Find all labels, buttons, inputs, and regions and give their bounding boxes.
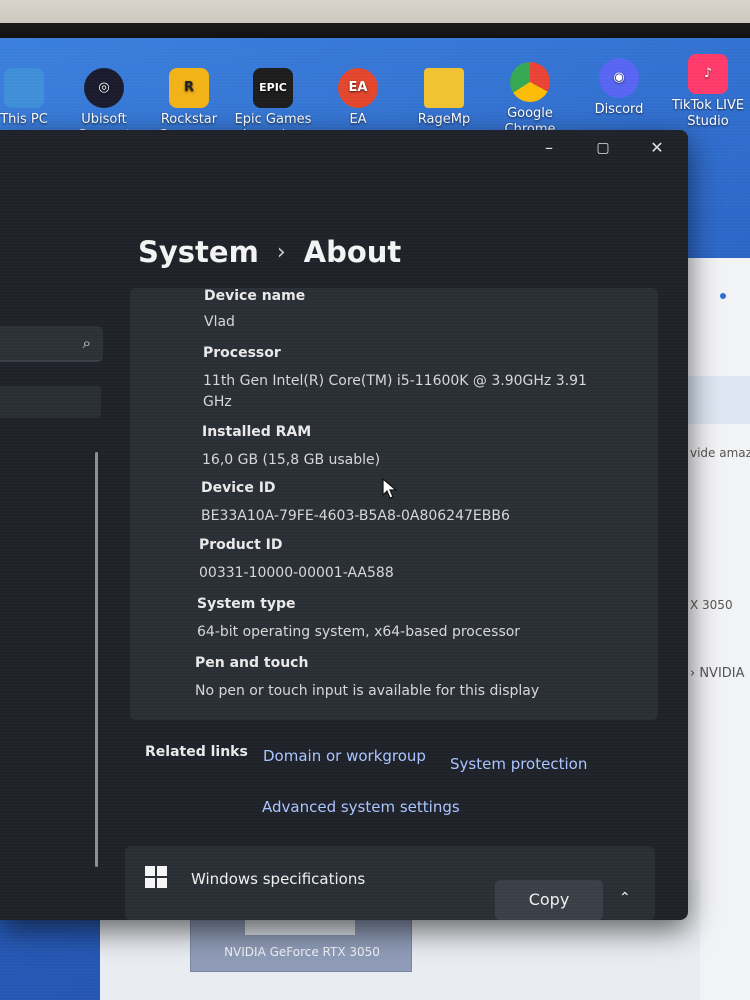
spec-processor: Processor 11th Gen Intel(R) Core(TM) i5-… [203,345,723,413]
desktop-icon-label: Discord [594,102,644,117]
desktop-icon-chrome[interactable]: Google Chrome [486,62,574,138]
desktop-icon-ragemp[interactable]: RageMp [400,68,488,128]
desktop-icon-this-pc[interactable]: This PC [0,68,68,128]
breadcrumb: System › About [138,235,401,269]
spec-pen-touch: Pen and touch No pen or touch input is a… [195,655,715,702]
spec-label: Pen and touch [195,655,309,671]
desktop-icon-ea[interactable]: EA EA [314,68,402,128]
spec-device-id: Device ID BE33A10A-79FE-4603-B5A8-0A8062… [201,480,721,527]
spec-value-continued: GHz [203,394,232,410]
spec-product-id: Product ID 00331-10000-00001-AA588 [199,537,719,584]
discord-icon: ◉ [599,58,639,98]
page-title: About [303,235,402,269]
desktop-icon-tiktok[interactable]: ♪ TikTok LIVE Studio [664,54,750,130]
domain-workgroup-link[interactable]: Domain or workgroup [263,747,426,765]
desktop-icon-label: EA [349,112,367,127]
device-specifications-card: Device name Vlad Processor 11th Gen Inte… [130,288,658,720]
windows-specifications-title: Windows specifications [191,870,366,888]
desktop-icon-label: RageMp [417,112,471,127]
gpu-card-label: NVIDIA GeForce RTX 3050 [224,945,380,959]
epic-games-icon: EPIC [253,68,293,108]
related-links-label: Related links [145,744,248,760]
windows-logo-icon [145,866,167,888]
spec-value: 64-bit operating system, x64-based proce… [197,624,521,640]
spec-value: No pen or touch input is available for t… [195,683,540,699]
spec-label: Product ID [199,537,283,553]
breadcrumb-separator: › [276,240,286,265]
spec-system-type: System type 64-bit operating system, x64… [197,596,717,643]
folder-icon [424,68,464,108]
settings-search-input[interactable]: ⌕ [0,326,103,362]
spec-label: Installed RAM [202,424,312,440]
chrome-icon [510,62,550,102]
spec-value: 00331-10000-00001-AA588 [199,565,394,581]
sidebar-item-selected[interactable] [0,386,101,418]
desktop-icon-label: This PC [0,112,48,127]
advanced-system-settings-link[interactable]: Advanced system settings [262,798,460,816]
spec-label: Device name [204,288,306,304]
rockstar-icon: R [169,68,209,108]
spec-installed-ram: Installed RAM 16,0 GB (15,8 GB usable) [202,424,722,471]
spec-label: Device ID [201,480,276,496]
spec-device-name: Device name Vlad [204,288,724,333]
spec-value: BE33A10A-79FE-4603-B5A8-0A806247EBB6 [201,508,510,524]
title-bar: – ▢ ✕ [0,130,688,166]
sidebar-scrollbar[interactable] [95,452,98,867]
spec-value: 16,0 GB (15,8 GB usable) [202,452,381,468]
monitor-icon [4,68,44,108]
system-protection-link[interactable]: System protection [450,755,587,773]
chevron-up-icon[interactable]: ⌃ [619,890,631,906]
spec-value: 11th Gen Intel(R) Core(TM) i5-11600K @ 3… [203,373,587,389]
copy-button[interactable]: Copy [495,880,603,920]
desktop-icon-label: TikTok LIVE Studio [671,98,745,129]
maximize-button[interactable]: ▢ [591,138,615,158]
ubisoft-icon: ◎ [84,68,124,108]
spec-label: Processor [203,345,281,361]
settings-window: – ▢ ✕ ⌕ System › About Device name Vlad Pr… [0,130,688,920]
spec-value: Vlad [204,314,235,330]
breadcrumb-parent[interactable]: System [138,235,259,269]
spec-label: System type [197,596,296,612]
monitor-bezel [0,0,750,38]
ea-icon: EA [338,68,378,108]
windows-specifications-section[interactable]: Windows specifications Copy ⌃ [125,846,655,920]
search-icon: ⌕ [82,334,91,352]
tiktok-live-icon: ♪ [688,54,728,94]
desktop-icon-discord[interactable]: ◉ Discord [575,58,663,118]
minimize-button[interactable]: – [537,138,561,158]
close-button[interactable]: ✕ [645,138,669,158]
